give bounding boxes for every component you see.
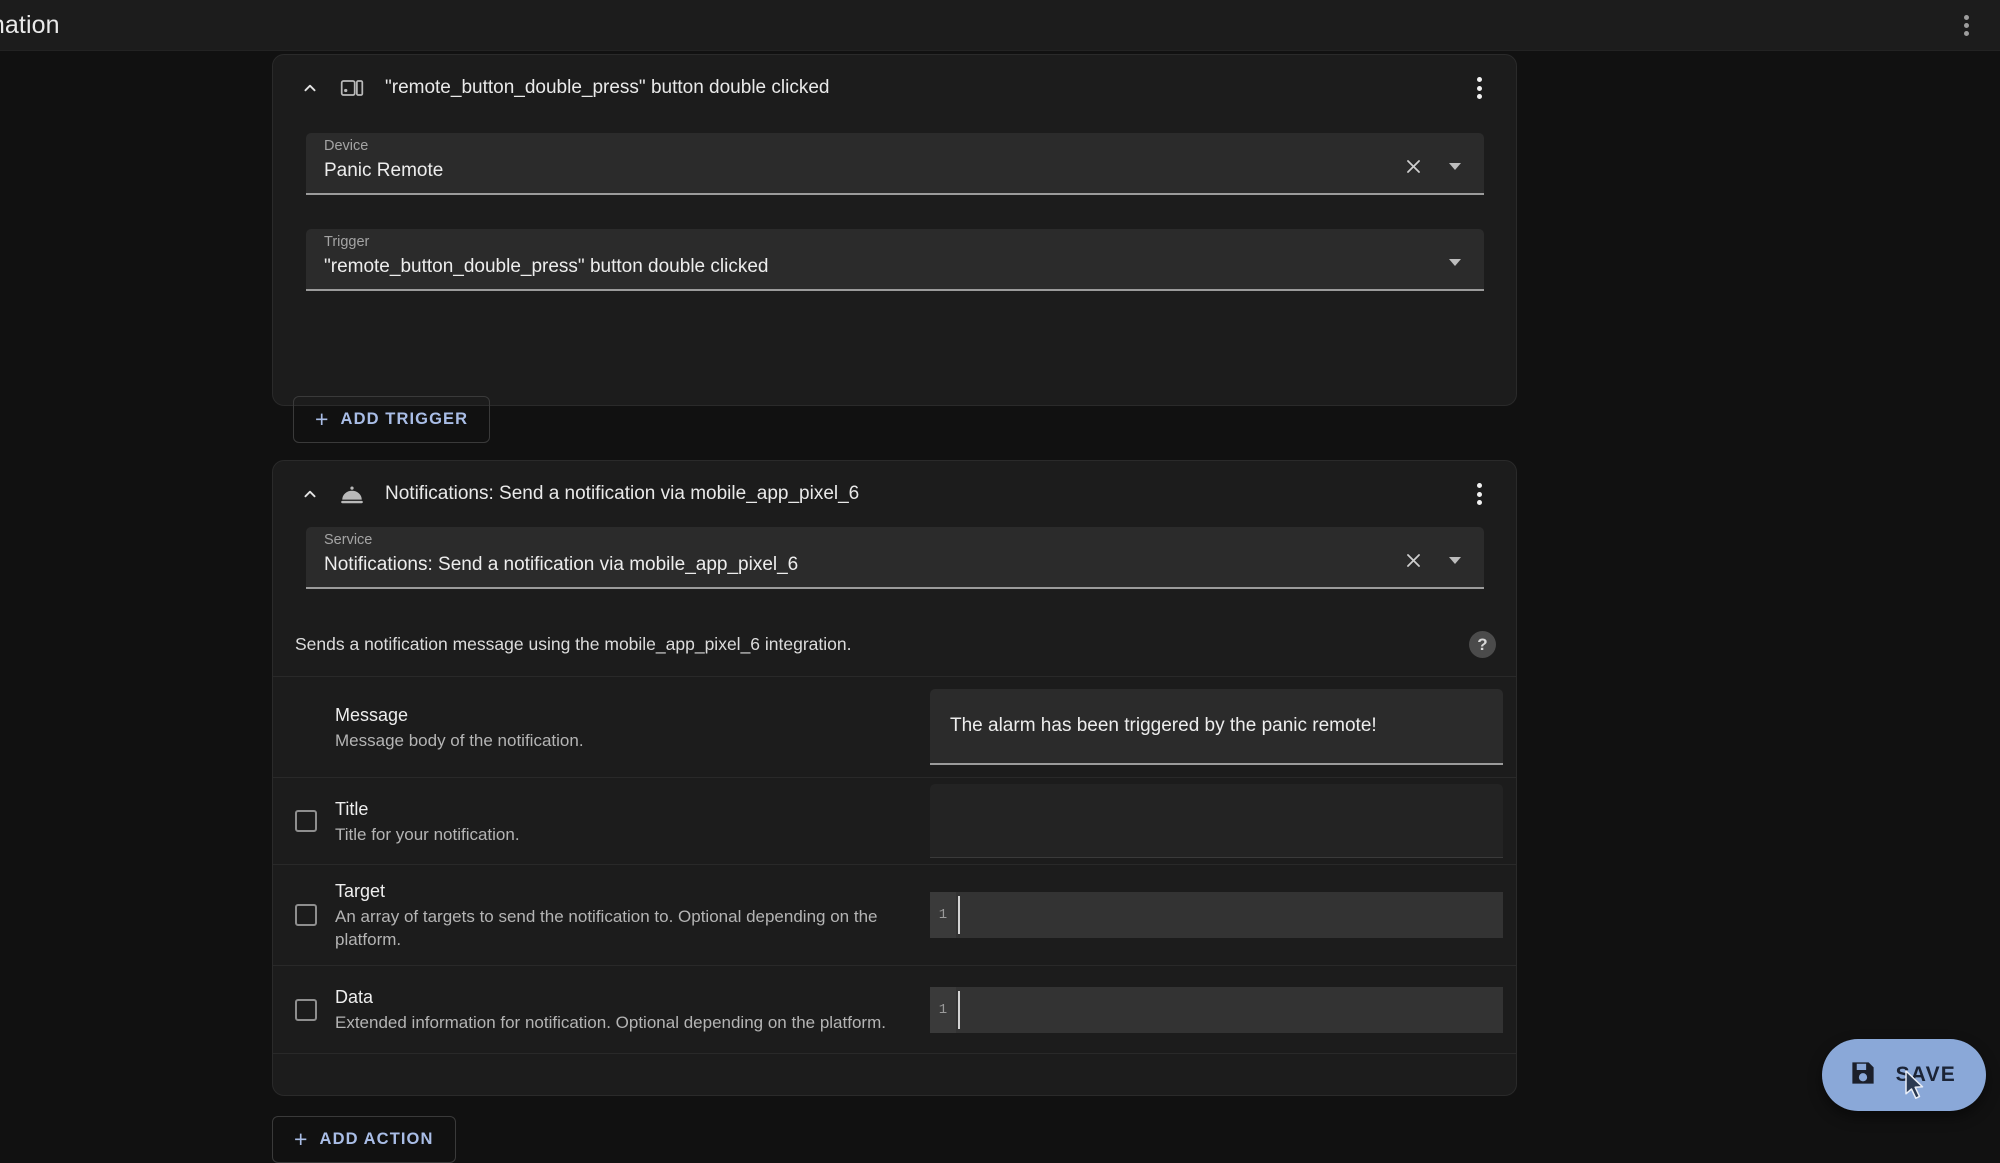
target-param-name: Target — [335, 881, 386, 901]
service-field-label: Service — [324, 532, 373, 548]
page-title: mation — [0, 10, 60, 39]
add-action-button[interactable]: + ADD ACTION — [272, 1116, 456, 1163]
title-input[interactable] — [930, 784, 1503, 858]
dots-vertical-icon — [1963, 22, 1969, 28]
data-input-column: 1 — [930, 986, 1525, 1033]
target-param-description: An array of targets to send the notifica… — [335, 907, 878, 949]
service-select-field[interactable]: Service Notifications: Send a notificati… — [306, 527, 1484, 589]
remote-device-icon — [335, 71, 369, 105]
device-field-label: Device — [324, 138, 369, 154]
trigger-field-label: Trigger — [324, 234, 370, 250]
target-input-column: 1 — [930, 892, 1525, 938]
data-label-column: Data Extended information for notificati… — [335, 985, 930, 1034]
message-input-column: The alarm has been triggered by the pani… — [930, 689, 1525, 765]
trigger-field-body: Trigger "remote_button_double_press" but… — [324, 233, 1428, 279]
chevron-up-icon[interactable] — [295, 73, 325, 103]
dots-vertical-icon — [1476, 491, 1482, 497]
title-param-checkbox[interactable] — [295, 810, 317, 832]
target-code-area[interactable] — [956, 892, 1503, 938]
data-code-area[interactable] — [956, 986, 1503, 1033]
arrow-drop-down-icon[interactable] — [1442, 249, 1468, 275]
action-card-header[interactable]: Notifications: Send a notification via m… — [273, 461, 1516, 527]
save-button[interactable]: SAVE — [1821, 1039, 1986, 1111]
trigger-card-menu-button[interactable] — [1458, 67, 1500, 109]
title-param-description: Title for your notification. — [335, 824, 520, 844]
service-field-actions — [1400, 547, 1468, 577]
floppy-disk-save-icon — [1848, 1058, 1878, 1093]
dots-vertical-icon — [1963, 30, 1969, 36]
dots-vertical-icon — [1476, 94, 1482, 99]
trigger-field-value: "remote_button_double_press" button doub… — [324, 256, 769, 277]
plus-icon: + — [315, 406, 330, 432]
trigger-card: "remote_button_double_press" button doub… — [272, 54, 1517, 406]
device-field-actions — [1400, 153, 1468, 183]
room-service-bell-icon — [335, 477, 369, 511]
message-param-description: Message body of the notification. — [335, 730, 584, 750]
target-line-number: 1 — [930, 892, 956, 938]
message-param-name: Message — [335, 704, 409, 725]
dots-vertical-icon — [1476, 77, 1482, 82]
automation-editor-body: "remote_button_double_press" button doub… — [0, 51, 2000, 1163]
target-code-editor[interactable]: 1 — [930, 892, 1503, 938]
trigger-field-actions — [1442, 249, 1468, 279]
action-card-title: Notifications: Send a notification via m… — [385, 483, 860, 504]
dots-vertical-icon — [1476, 483, 1482, 488]
parameter-row-message: Message Message body of the notification… — [273, 677, 1516, 778]
service-description-text: Sends a notification message using the m… — [295, 634, 852, 654]
add-trigger-label: ADD TRIGGER — [340, 410, 469, 428]
device-select-field[interactable]: Device Panic Remote — [306, 133, 1484, 195]
action-card-menu-button[interactable] — [1458, 473, 1500, 515]
data-param-description: Extended information for notification. O… — [335, 1013, 886, 1032]
dots-vertical-icon — [1963, 14, 1969, 20]
device-field-body: Device Panic Remote — [324, 137, 1386, 183]
title-label-column: Title Title for your notification. — [335, 797, 930, 846]
overflow-menu-button[interactable] — [1942, 1, 1990, 49]
data-code-editor[interactable]: 1 — [930, 986, 1503, 1033]
add-action-label: ADD ACTION — [319, 1130, 434, 1148]
target-param-checkbox[interactable] — [295, 904, 317, 926]
text-caret — [958, 990, 960, 1029]
service-description-row: Sends a notification message using the m… — [273, 613, 1516, 677]
trigger-card-header[interactable]: "remote_button_double_press" button doub… — [273, 55, 1516, 121]
trigger-select-field[interactable]: Trigger "remote_button_double_press" but… — [306, 229, 1484, 291]
parameter-row-target: Target An array of targets to send the n… — [273, 865, 1516, 966]
data-param-name: Data — [335, 987, 374, 1007]
title-param-name: Title — [335, 798, 369, 819]
arrow-drop-down-icon[interactable] — [1442, 153, 1468, 179]
add-trigger-button[interactable]: + ADD TRIGGER — [293, 396, 491, 443]
top-app-bar: mation — [0, 0, 2000, 51]
message-input[interactable]: The alarm has been triggered by the pani… — [930, 689, 1503, 765]
dots-vertical-icon — [1476, 85, 1482, 91]
close-icon[interactable] — [1400, 153, 1426, 179]
dots-vertical-icon — [1476, 500, 1482, 505]
title-input-column — [930, 784, 1525, 858]
mouse-cursor — [1904, 1070, 1930, 1109]
target-label-column: Target An array of targets to send the n… — [335, 879, 930, 951]
arrow-drop-down-icon[interactable] — [1442, 547, 1468, 573]
service-field-value: Notifications: Send a notification via m… — [324, 554, 799, 575]
help-icon[interactable]: ? — [1469, 631, 1496, 658]
device-field-value: Panic Remote — [324, 160, 444, 181]
close-icon[interactable] — [1400, 547, 1426, 573]
plus-icon: + — [294, 1126, 309, 1152]
trigger-card-title: "remote_button_double_press" button doub… — [385, 77, 830, 98]
text-caret — [958, 896, 960, 934]
parameter-row-title: Title Title for your notification. — [273, 778, 1516, 865]
data-param-checkbox[interactable] — [295, 998, 317, 1021]
message-label-column: Message Message body of the notification… — [335, 703, 930, 752]
parameter-row-data: Data Extended information for notificati… — [273, 966, 1516, 1054]
data-line-number: 1 — [930, 986, 956, 1033]
chevron-up-icon[interactable] — [295, 479, 325, 509]
action-card: Notifications: Send a notification via m… — [272, 460, 1517, 1096]
service-field-body: Service Notifications: Send a notificati… — [324, 531, 1386, 577]
